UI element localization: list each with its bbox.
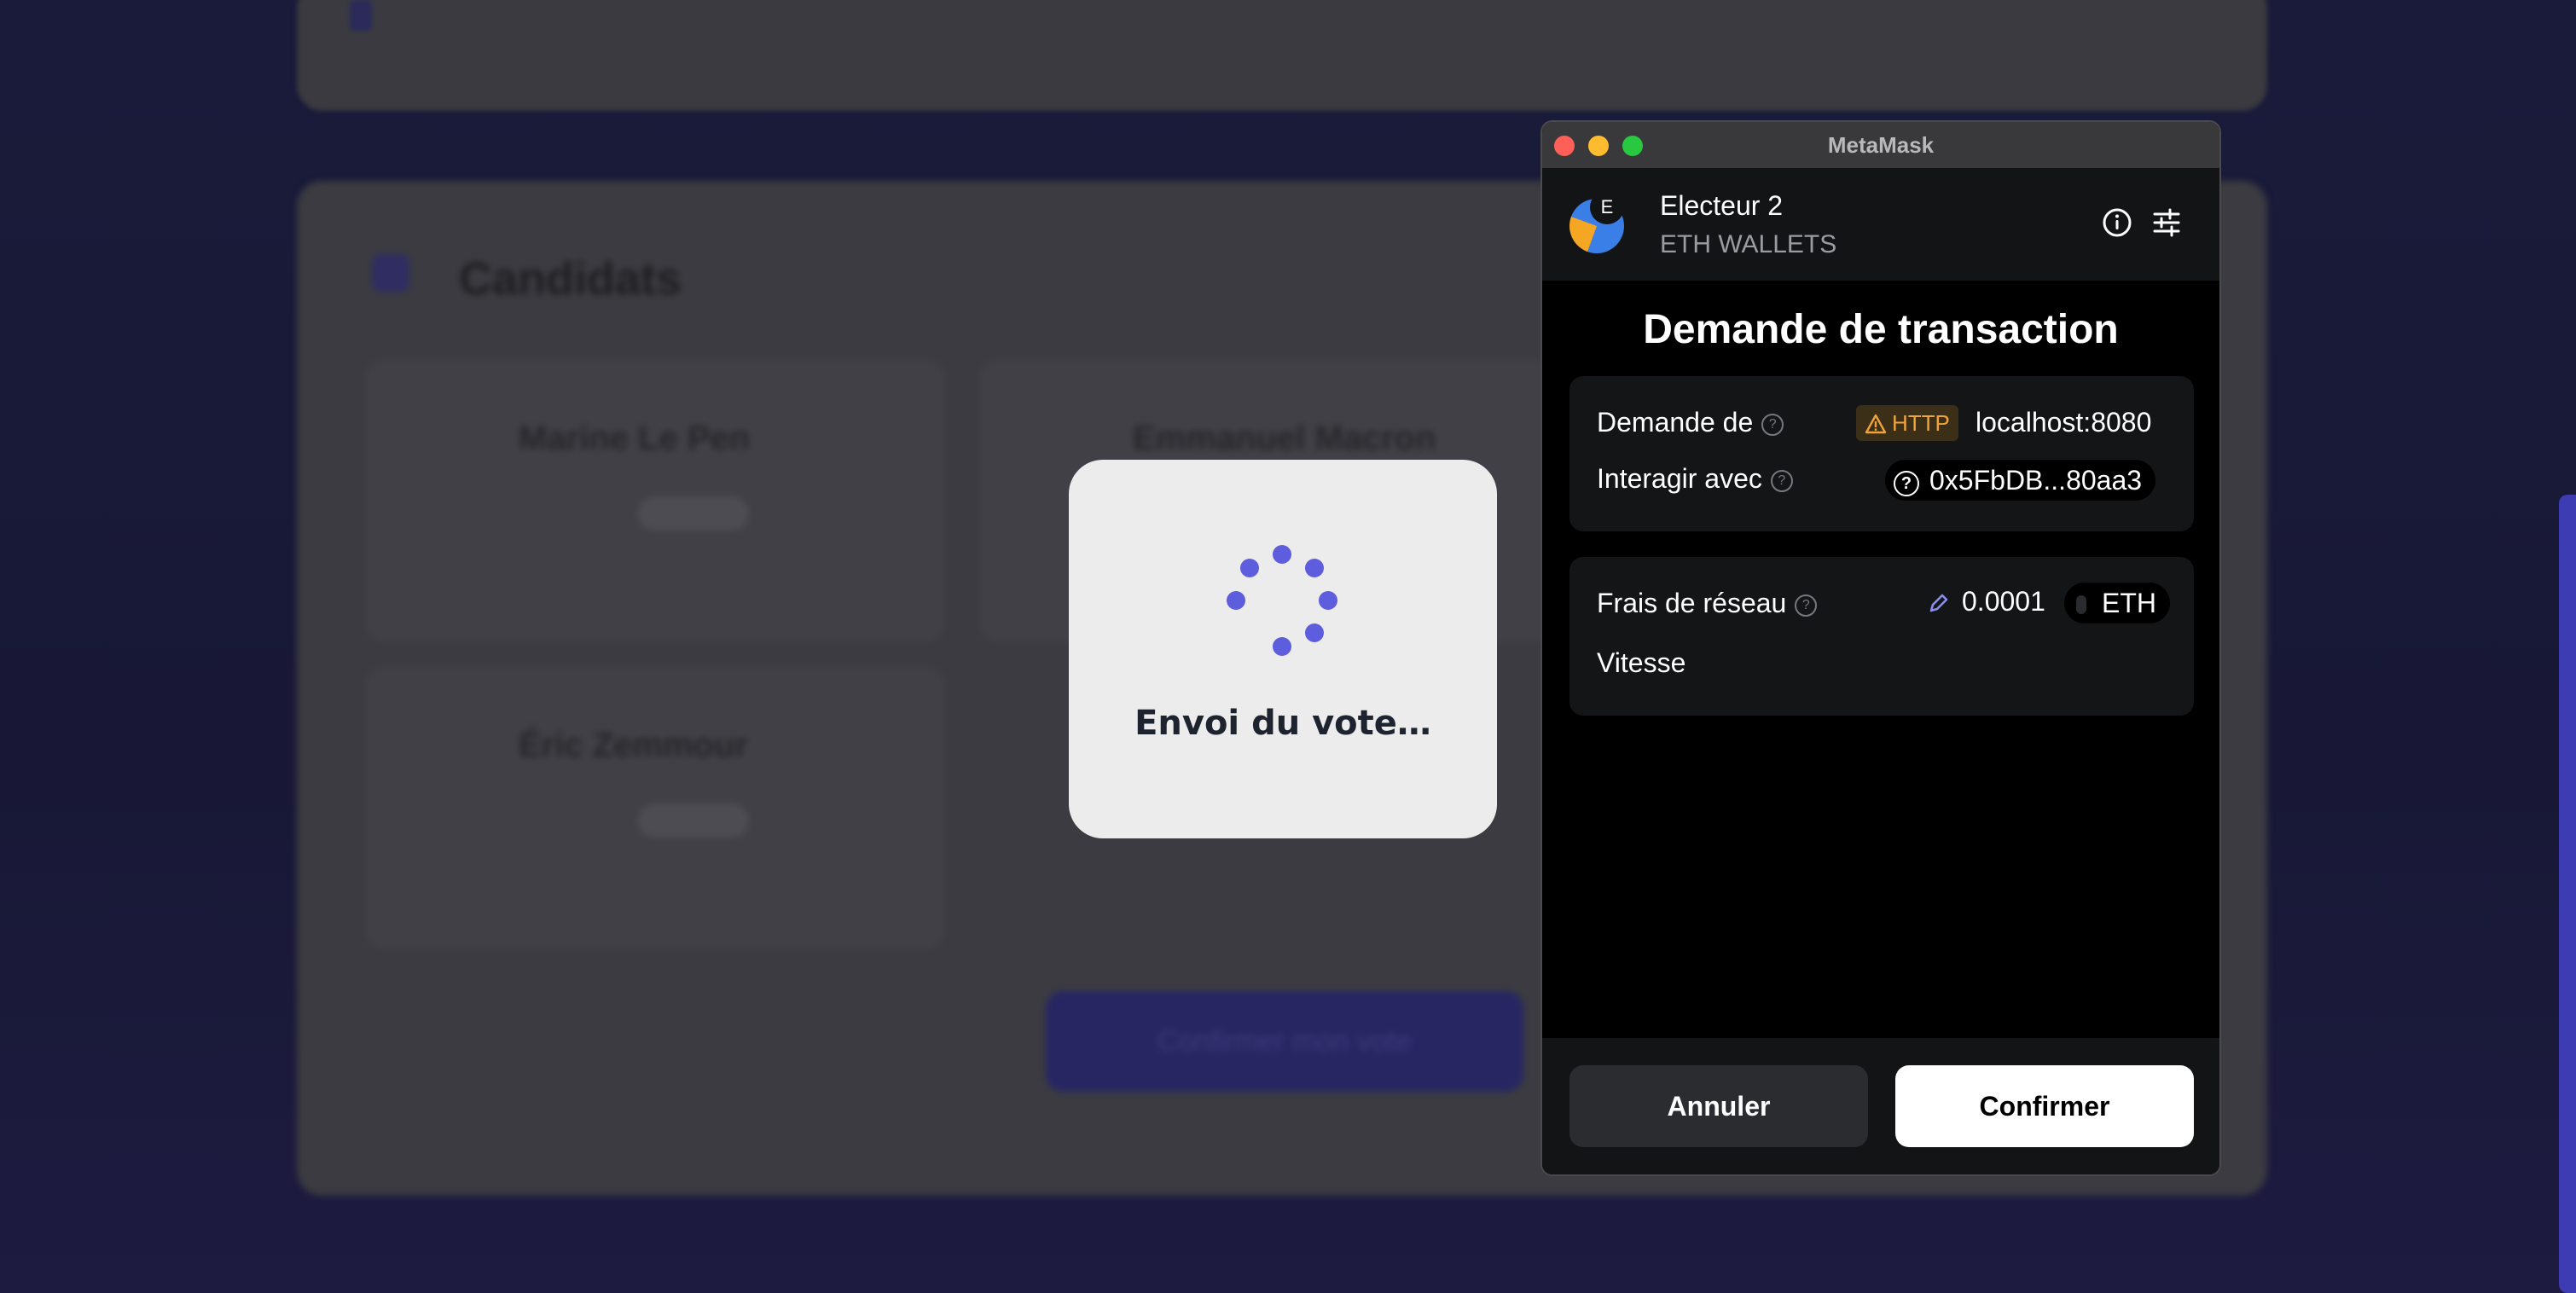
candidate-card[interactable]: Marine Le Pen: [365, 360, 945, 641]
loading-modal: Envoi du vote…: [1069, 460, 1497, 838]
account-header: E Electeur 2 ETH WALLETS: [1542, 168, 2219, 281]
interact-with-label: Interagir avec: [1597, 463, 1762, 494]
network-fee-label: Frais de réseau: [1597, 588, 1787, 618]
confirm-button[interactable]: Confirmer: [1895, 1065, 2194, 1147]
protocol-label: HTTP: [1892, 410, 1950, 436]
candidate-card[interactable]: Éric Zemmour: [365, 667, 945, 948]
candidate-vote-tag: [638, 496, 749, 531]
help-icon[interactable]: ?: [1770, 469, 1793, 492]
network-fee-value[interactable]: 0.0001: [1928, 586, 2045, 618]
network-fee-row: Frais de réseau?: [1597, 588, 1818, 619]
settings-sliders-icon[interactable]: [2150, 206, 2184, 240]
unknown-contract-icon: ?: [1894, 471, 1919, 496]
speed-label: Vitesse: [1597, 647, 1686, 678]
request-from-label: Demande de: [1597, 407, 1754, 438]
info-icon[interactable]: [2100, 206, 2134, 240]
submit-vote-label: Confirmer mon vote: [1157, 1025, 1413, 1058]
page-scrollbar[interactable]: [2559, 495, 2576, 1293]
candidates-icon: [372, 254, 409, 292]
fee-panel: Frais de réseau? 0.0001 ETH Vitesse: [1569, 557, 2194, 716]
help-icon[interactable]: ?: [1761, 413, 1784, 436]
background-card-top: [297, 0, 2267, 111]
transaction-title: Demande de transaction: [1643, 307, 2119, 352]
candidate-name: Emmanuel Macron: [1133, 420, 1436, 457]
warning-icon: [1865, 414, 1887, 434]
background-icon: [350, 0, 372, 31]
eth-logo-icon: [2076, 595, 2086, 614]
http-warning-badge: HTTP: [1856, 405, 1958, 441]
request-panel: Demande de? HTTP localhost:8080 Interagi…: [1569, 376, 2194, 531]
candidate-name: Marine Le Pen: [519, 420, 751, 457]
wallet-name: ETH WALLETS: [1660, 230, 1837, 258]
window-titlebar[interactable]: MetaMask: [1542, 122, 2219, 168]
network-badge: E: [1590, 190, 1624, 224]
loading-text: Envoi du vote…: [1134, 704, 1431, 743]
request-from-row: Demande de?: [1597, 407, 1784, 438]
request-origin: localhost:8080: [1976, 407, 2152, 438]
candidate-vote-tag: [638, 803, 749, 838]
interact-with-row: Interagir avec?: [1597, 463, 1793, 495]
candidate-name: Éric Zemmour: [519, 727, 748, 764]
account-name: Electeur 2: [1660, 190, 1784, 221]
metamask-window: MetaMask E Electeur 2 ETH WALLETS Demand…: [1540, 120, 2221, 1176]
help-icon[interactable]: ?: [1795, 594, 1818, 617]
candidates-title: Candidats: [459, 253, 682, 304]
action-footer: Annuler Confirmer: [1542, 1038, 2219, 1174]
contract-address: 0x5FbDB...80aa3: [1929, 465, 2143, 496]
submit-vote-button[interactable]: Confirmer mon vote: [1046, 991, 1523, 1092]
window-title: MetaMask: [1827, 132, 1935, 158]
fee-amount: 0.0001: [1962, 586, 2045, 617]
edit-pencil-icon[interactable]: [1928, 592, 1950, 614]
contract-address-pill[interactable]: ? 0x5FbDB...80aa3: [1885, 460, 2156, 501]
loading-spinner-icon: [1222, 545, 1342, 664]
currency-pill: ETH: [2064, 583, 2170, 623]
currency-label: ETH: [2102, 588, 2156, 618]
cancel-button[interactable]: Annuler: [1569, 1065, 1868, 1147]
